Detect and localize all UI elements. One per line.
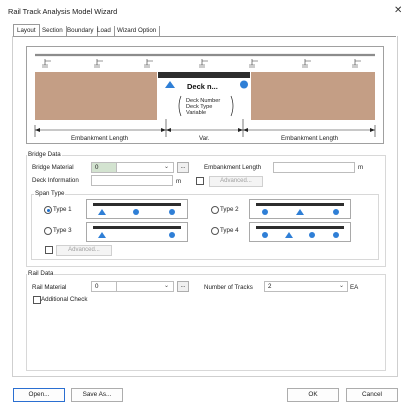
tab-load[interactable]: Load [94,26,115,36]
span-advanced-button[interactable]: Advanced... [56,245,112,256]
span-type-4-label: Type 4 [220,227,239,234]
bridge-data-legend: Bridge Data [27,151,62,158]
deck-information-input[interactable] [91,175,173,186]
span-type-2-label: Type 2 [220,206,239,213]
embankment-left [35,72,157,120]
span-type-1-label: Type 1 [53,206,72,213]
span-type-4-radio[interactable] [211,227,219,235]
deck-beam [158,72,250,78]
open-button[interactable]: Open... [13,388,65,402]
embankment-length-label: Embankment Length [204,164,262,171]
span-type-1-svg [93,203,181,215]
deck-info-paren-right [230,95,234,117]
layout-diagram-svg: Deck n... Deck Number Deck Type Variable… [34,53,376,142]
chevron-down-icon: ⌄ [164,283,170,289]
span-type-3-diagram[interactable] [86,222,188,242]
deck-unit-label: m [176,178,182,185]
bridge-material-label: Bridge Material [32,164,74,171]
window-title: Rail Track Analysis Model Wizard [8,7,118,16]
bridge-material-browse-button[interactable]: ... [177,162,189,173]
span-type-3-radio[interactable] [44,227,52,235]
dim-label-right: Embankment Length [281,135,339,142]
close-icon[interactable]: ✕ [394,5,402,16]
span-type-3-label: Type 3 [53,227,72,234]
layout-diagram: Deck n... Deck Number Deck Type Variable… [26,46,384,144]
deck-info-line-3: Variable [186,110,206,116]
rail-fastener-icons [42,59,361,68]
deck-advanced-button[interactable]: Advanced... [209,176,263,187]
ok-button[interactable]: OK [287,388,339,402]
deck-information-label: Deck Information [32,177,79,184]
dim-label-mid: Var. [199,135,210,142]
tab-section[interactable]: Section [39,26,67,36]
deck-support-triangle [165,81,175,88]
deck-support-roller [240,80,248,89]
deck-info-paren-left [178,95,182,117]
chevron-down-icon: ⌄ [339,283,345,289]
tab-boundary[interactable]: Boundary [64,26,98,36]
span-type-3-svg [93,226,181,238]
span-type-1-diagram[interactable] [86,199,188,219]
span-type-1-radio[interactable] [44,206,52,214]
additional-check-checkbox[interactable] [33,296,41,304]
span-type-legend: Span Type [34,190,66,197]
rail-material-browse-button[interactable]: ... [177,281,189,292]
rail-material-id-field[interactable]: 0 [91,281,118,292]
embankment-length-input[interactable] [273,162,355,173]
number-of-tracks-select[interactable]: 2 [264,281,348,292]
embankment-unit-label: m [358,164,364,171]
save-as-button[interactable]: Save As... [71,388,123,402]
tab-wizard-option[interactable]: Wizard Option [114,26,161,36]
chevron-down-icon: ⌄ [164,164,170,170]
cancel-button[interactable]: Cancel [346,388,398,402]
tracks-unit-label: EA [350,284,359,291]
span-type-2-radio[interactable] [211,206,219,214]
rail-data-legend: Rail Data [27,270,55,277]
bridge-material-id-field[interactable]: 0 [91,162,118,173]
span-type-4-svg [256,226,344,238]
rail-material-label: Rail Material [32,284,67,291]
dim-label-left: Embankment Length [71,135,129,142]
deck-label: Deck n... [187,82,218,91]
title-bar: Rail Track Analysis Model Wizard ✕ [0,0,410,22]
span-type-2-diagram[interactable] [249,199,351,219]
span-type-4-diagram[interactable] [249,222,351,242]
embankment-right [251,72,375,120]
number-of-tracks-label: Number of Tracks [204,284,253,291]
deck-advanced-checkbox[interactable] [196,177,204,185]
span-advanced-checkbox[interactable] [45,246,53,254]
additional-check-label: Additional Check [41,296,88,303]
span-type-2-svg [256,203,344,215]
